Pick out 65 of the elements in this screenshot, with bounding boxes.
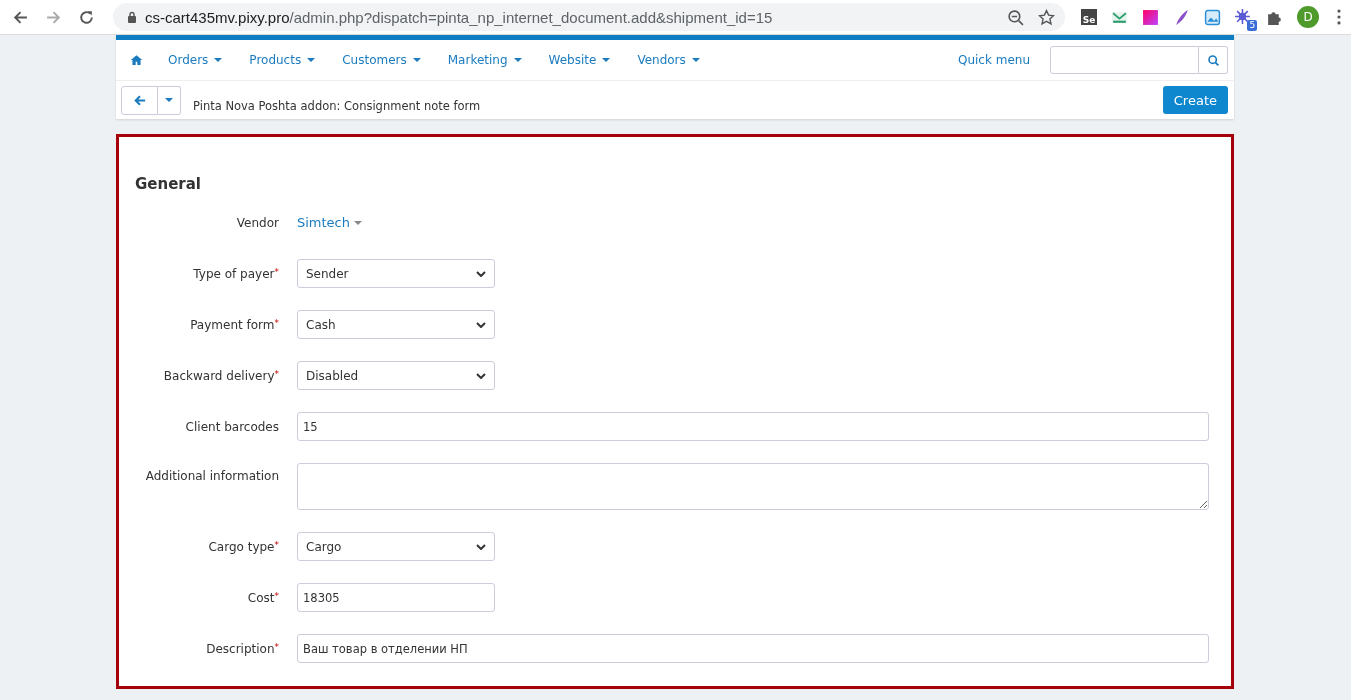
menu-icon[interactable] [1337, 9, 1341, 25]
required-mark: * [274, 641, 279, 652]
caret-icon [513, 58, 522, 62]
input-field[interactable]: 18305 [297, 583, 495, 612]
page-title: Pinta Nova Poshta addon: Consignment note form [193, 99, 481, 113]
select-field[interactable]: Cargo [297, 532, 495, 561]
zoom-out-icon[interactable] [1007, 8, 1025, 26]
chevron-down-icon [476, 372, 486, 379]
badge: 5 [1247, 19, 1258, 31]
section-heading: General [135, 175, 202, 193]
star-icon[interactable] [1038, 8, 1056, 26]
required-mark: * [274, 539, 279, 550]
lock-icon [127, 11, 137, 23]
field-label: Additional information [145, 469, 279, 483]
select-field[interactable]: Sender [297, 259, 495, 288]
extension-icon[interactable] [1142, 8, 1160, 26]
extension-icon[interactable]: Se [1081, 9, 1098, 25]
field-label: Type of payer [193, 266, 275, 281]
caret-icon [214, 58, 223, 62]
menu-item[interactable]: Products [249, 53, 316, 67]
extension-icon[interactable] [1204, 8, 1222, 26]
extension-icon[interactable] [1235, 8, 1253, 26]
address-bar[interactable]: cs-cart435mv.pixy.pro/admin.php?dispatch=pinta_np_internet_document.add&shipment_id=15 [113, 3, 1066, 31]
search-icon [1206, 53, 1220, 67]
field-label: Cost [247, 590, 275, 605]
menu-item[interactable]: Website [548, 53, 611, 67]
caret-icon [165, 98, 173, 102]
home-icon[interactable] [130, 54, 143, 66]
menu-item[interactable]: Orders [168, 53, 223, 67]
arrow-left-icon [133, 94, 146, 106]
caret-icon [412, 58, 421, 62]
select-field[interactable]: Cash [297, 310, 495, 339]
required-mark: * [274, 317, 279, 328]
field-label: Description [206, 641, 275, 656]
create-button[interactable]: Create [1162, 86, 1228, 114]
search-button[interactable] [1199, 46, 1228, 74]
menu-item[interactable]: Customers [342, 53, 421, 67]
field-label: Vendor [236, 215, 279, 230]
chevron-down-icon [476, 543, 486, 550]
chevron-down-icon [476, 321, 486, 328]
caret-icon [602, 58, 611, 62]
caret-icon [307, 58, 316, 62]
field-label: Backward delivery [163, 368, 275, 383]
vendor-dropdown[interactable]: Simtech [297, 215, 362, 230]
chevron-down-icon [476, 270, 486, 277]
select-field[interactable]: Disabled [297, 361, 495, 390]
input-field[interactable]: 15 [297, 412, 1209, 441]
caret-icon [691, 58, 700, 62]
extension-icon[interactable] [1173, 8, 1191, 26]
field-label: Cargo type [208, 539, 275, 554]
required-mark: * [274, 266, 279, 277]
url-text: cs-cart435mv.pixy.pro/admin.php?dispatch=pinta_np_internet_document.add&shipment_id=15 [145, 8, 773, 26]
quick-menu-link[interactable]: Quick menu [957, 53, 1030, 67]
search-field[interactable] [1050, 46, 1199, 74]
field-label: Payment form [190, 317, 275, 332]
field-label: Client barcodes [185, 419, 279, 434]
menu-item[interactable]: Vendors [637, 53, 700, 67]
back-button[interactable] [121, 85, 158, 115]
menu-item[interactable]: Marketing [447, 53, 522, 67]
caret-icon [354, 220, 362, 225]
required-mark: * [274, 590, 279, 601]
reload-icon[interactable] [78, 8, 95, 26]
profile-avatar[interactable]: D [1297, 6, 1319, 28]
input-field[interactable]: Ваш товар в отделении НП [297, 634, 1209, 663]
required-mark: * [274, 368, 279, 379]
